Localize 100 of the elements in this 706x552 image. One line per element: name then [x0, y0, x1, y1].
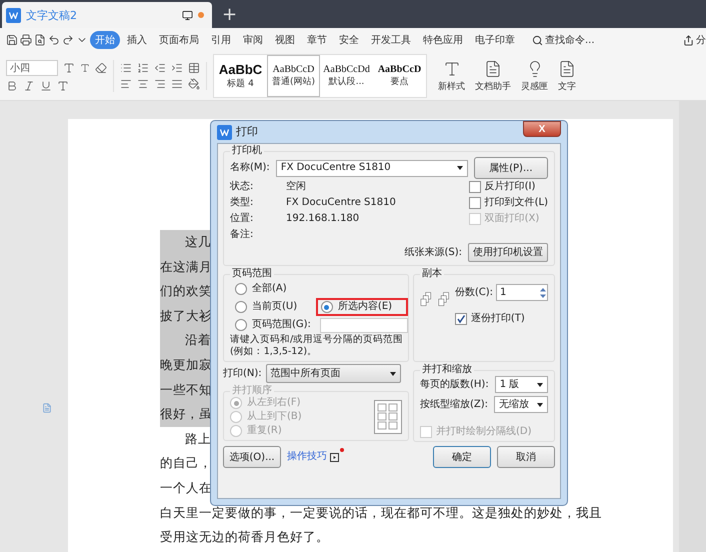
- group-legend: 副本: [420, 268, 444, 280]
- font-size-field[interactable]: 小四: [6, 60, 58, 76]
- properties-button[interactable]: 属性(P)...: [474, 157, 548, 179]
- menu-tab[interactable]: 特色应用: [418, 31, 468, 49]
- pages-per-sheet-select[interactable]: 1 版: [494, 376, 548, 393]
- new-style-button[interactable]: 新样式: [433, 60, 470, 92]
- app-logo-icon: [217, 124, 232, 140]
- info-label: 位置:: [230, 213, 254, 225]
- indent-icon[interactable]: [171, 62, 183, 74]
- tips-link[interactable]: 操作技巧: [287, 451, 339, 463]
- paper-source-select[interactable]: 使用打印机设置: [468, 243, 548, 262]
- field-label: 名称(M):: [230, 162, 270, 174]
- style-option[interactable]: AaBbCcDd 默认段...: [320, 55, 373, 97]
- options-button[interactable]: 选项(O)...: [223, 446, 281, 468]
- save-icon[interactable]: [6, 34, 18, 46]
- menu-tab[interactable]: 插入: [122, 31, 152, 49]
- menu-tab[interactable]: 电子印章: [470, 31, 520, 49]
- shading-icon[interactable]: [188, 78, 200, 90]
- print-icon[interactable]: [20, 34, 32, 46]
- monitor-icon[interactable]: [182, 10, 193, 20]
- letter-icon: [442, 60, 460, 78]
- search-icon: [532, 34, 543, 46]
- ribbon-tool-button[interactable]: 文字: [553, 60, 581, 92]
- checkbox-label: 反片打印(I): [484, 181, 536, 193]
- radio-button[interactable]: [235, 283, 247, 295]
- undo-icon[interactable]: [48, 34, 60, 46]
- menu-tab[interactable]: 开始: [90, 31, 120, 49]
- table-icon[interactable]: [188, 62, 200, 74]
- cancel-button[interactable]: 取消: [497, 446, 555, 468]
- radio-button[interactable]: [235, 319, 247, 331]
- menu-tab[interactable]: 安全: [334, 31, 364, 49]
- style-option[interactable]: AaBbC 标题 4: [214, 55, 267, 97]
- ribbon-tool-button[interactable]: 文档助手: [470, 60, 516, 92]
- print-scope-select[interactable]: 范围中所有页面: [266, 364, 401, 383]
- hint-text: 请键入页码和/或用逗号分隔的页码范围: [230, 334, 402, 346]
- checkbox[interactable]: [468, 181, 481, 193]
- field-label: 份数(C):: [454, 286, 493, 298]
- document-text: 受用这无边的荷香月色好了。: [160, 528, 329, 546]
- hint-text: (例如：1,3,5-12)。: [230, 346, 318, 358]
- italic-icon[interactable]: [23, 80, 35, 92]
- copies-spinner[interactable]: 1: [496, 284, 548, 301]
- document-text: 路上: [184, 430, 211, 448]
- field-label: 纸张来源(S):: [404, 246, 462, 258]
- shrink-font-icon[interactable]: [80, 63, 90, 73]
- document-text: 在这满月: [160, 254, 212, 280]
- bold-icon[interactable]: [6, 80, 18, 92]
- eraser-icon[interactable]: [95, 62, 107, 74]
- checkbox-label: 逐份打印(T): [470, 313, 525, 325]
- font-color-icon[interactable]: [57, 80, 69, 92]
- play-icon: [330, 452, 339, 462]
- menu-tab[interactable]: 审阅: [238, 31, 268, 49]
- info-value: 192.168.1.180: [286, 213, 360, 225]
- checkbox[interactable]: [468, 197, 481, 209]
- menu-tab[interactable]: 开发工具: [366, 31, 416, 49]
- radio-option[interactable]: 当前页(U): [230, 298, 316, 316]
- tab-title: 文字文稿2: [26, 8, 78, 22]
- align-center-icon[interactable]: [137, 78, 149, 90]
- printer-select[interactable]: FX DocuCentre S1810: [276, 160, 468, 176]
- menu-tab[interactable]: 视图: [270, 31, 300, 49]
- menu-tab[interactable]: 章节: [302, 31, 332, 49]
- checkbox[interactable]: [454, 313, 467, 325]
- radio-option[interactable]: 所选内容(E): [316, 298, 408, 316]
- menu-tab[interactable]: 引用: [206, 31, 236, 49]
- print-preview-icon[interactable]: [34, 34, 46, 46]
- field-label: 每页的版数(H):: [420, 378, 489, 390]
- share-button[interactable]: 分: [683, 33, 706, 47]
- document-icon[interactable]: [42, 403, 52, 413]
- checkbox-label: 双面打印(X): [484, 213, 540, 225]
- page-range-input[interactable]: [320, 318, 408, 332]
- info-label: 状态:: [230, 181, 254, 193]
- new-tab-button[interactable]: +: [212, 2, 248, 28]
- caret-icon: [456, 166, 463, 170]
- document-tab[interactable]: 文字文稿2: [2, 2, 212, 28]
- outdent-icon[interactable]: [154, 62, 166, 74]
- underline-icon[interactable]: [40, 80, 52, 92]
- numbering-icon[interactable]: [137, 62, 149, 74]
- radio-option[interactable]: 全部(A): [230, 280, 316, 298]
- page-order-drawing: [374, 400, 402, 434]
- justify-icon[interactable]: [171, 78, 183, 90]
- radio-label: 重复(R): [247, 425, 282, 437]
- scale-select[interactable]: 无缩放: [494, 396, 548, 413]
- ribbon-tool-button[interactable]: 灵感匣: [516, 60, 553, 92]
- align-left-icon[interactable]: [120, 78, 132, 90]
- redo-icon[interactable]: [62, 34, 74, 46]
- style-option[interactable]: AaBbCcD 要点: [373, 55, 426, 97]
- menu-tab[interactable]: 页面布局: [154, 31, 204, 49]
- radio-button[interactable]: [235, 301, 247, 313]
- radio-label: 从上到下(B): [247, 411, 302, 423]
- radio-option[interactable]: 页码范围(G):: [230, 316, 316, 334]
- style-option[interactable]: AaBbCcD 普通(网站): [267, 55, 320, 97]
- grow-font-icon[interactable]: [63, 62, 75, 74]
- radio-button[interactable]: [320, 301, 333, 313]
- align-right-icon[interactable]: [154, 78, 166, 90]
- checkbox-label: 并打时绘制分隔线(D): [436, 426, 532, 438]
- command-search[interactable]: 查找命令...: [532, 33, 595, 47]
- document-icon: [484, 60, 502, 78]
- info-label: 类型:: [230, 197, 254, 209]
- spinner-arrows-icon[interactable]: [539, 286, 547, 300]
- document-text: 白天里一定要做的事，一定要说的话，现在都可不理。这是独处的妙处，我且: [160, 504, 602, 522]
- ok-button[interactable]: 确定: [433, 446, 491, 468]
